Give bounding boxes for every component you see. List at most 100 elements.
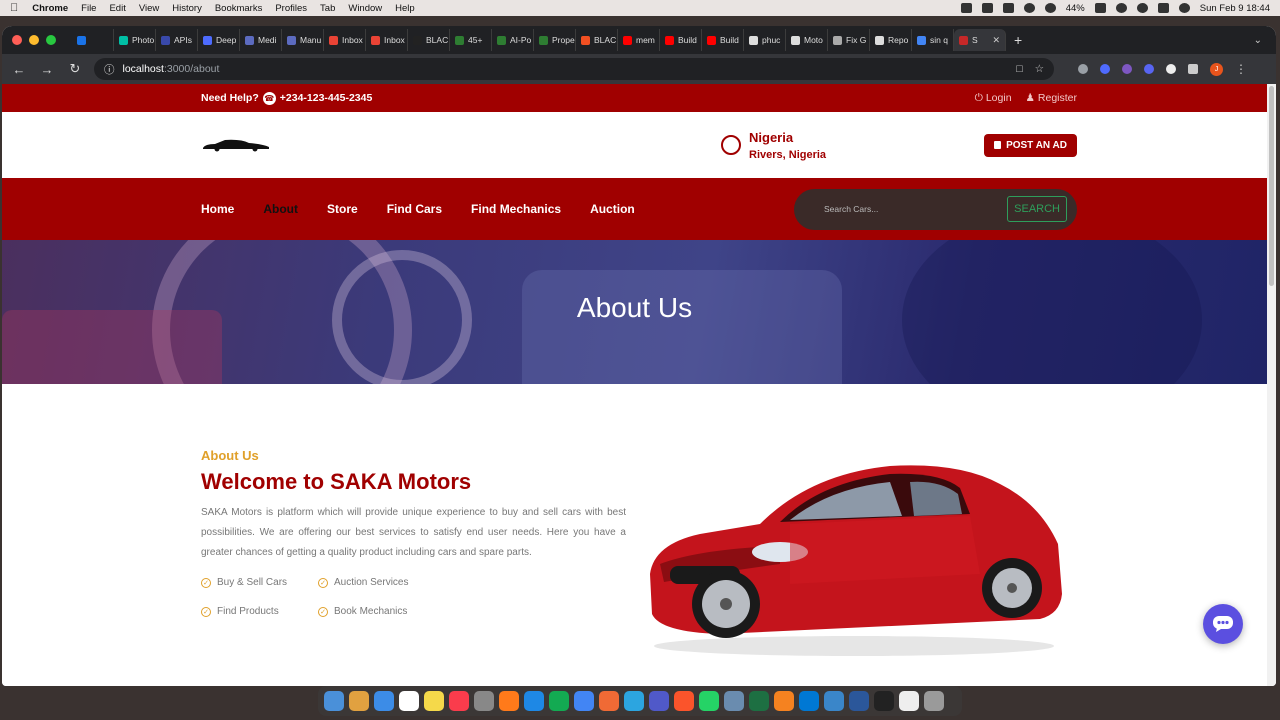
browser-tab[interactable]: phuc <box>744 29 786 51</box>
dock-app-icon[interactable] <box>574 691 594 711</box>
dock-app-icon[interactable] <box>899 691 919 711</box>
bookmark-star-icon[interactable]: ☆ <box>1035 63 1044 75</box>
browser-tab[interactable]: Inbox <box>324 29 366 51</box>
browser-tab[interactable]: Fix G <box>828 29 870 51</box>
dock-app-icon[interactable] <box>924 691 944 711</box>
extension-icon[interactable] <box>1078 64 1088 74</box>
browser-tab[interactable]: Inbox <box>366 29 408 51</box>
tab-search-chevron-icon[interactable]: ⌄ <box>1254 35 1262 46</box>
dock-app-icon[interactable] <box>324 691 344 711</box>
browser-tab[interactable]: Build <box>702 29 744 51</box>
menu-bookmarks[interactable]: Bookmarks <box>215 3 263 14</box>
back-arrow-icon[interactable]: ← <box>10 62 28 77</box>
dock-app-icon[interactable] <box>674 691 694 711</box>
dock-app-icon[interactable] <box>824 691 844 711</box>
apple-menu-icon[interactable]:  <box>10 2 18 14</box>
dock-app-icon[interactable] <box>424 691 444 711</box>
nav-home[interactable]: Home <box>201 202 234 216</box>
browser-tab[interactable]: Medi <box>240 29 282 51</box>
register-link[interactable]: ♟ Register <box>1026 92 1077 105</box>
nav-store[interactable]: Store <box>327 202 358 216</box>
close-window-button[interactable] <box>12 35 22 45</box>
reload-icon[interactable]: ↻ <box>66 61 84 77</box>
browser-tab[interactable]: Manu <box>282 29 324 51</box>
login-link[interactable]: ⏻ Login <box>975 92 1012 105</box>
browser-tab[interactable]: Build <box>660 29 702 51</box>
dock-app-icon[interactable] <box>599 691 619 711</box>
menu-help[interactable]: Help <box>395 3 415 14</box>
dock-app-icon[interactable] <box>399 691 419 711</box>
status-app-icon[interactable] <box>981 3 993 13</box>
dock-app-icon[interactable] <box>624 691 644 711</box>
menu-app-name[interactable]: Chrome <box>32 3 68 14</box>
dock-app-icon[interactable] <box>724 691 744 711</box>
menu-window[interactable]: Window <box>348 3 382 14</box>
extension-icon[interactable] <box>1166 64 1176 74</box>
dock-app-icon[interactable] <box>699 691 719 711</box>
chat-widget-button[interactable] <box>1203 604 1243 644</box>
new-tab-button[interactable]: + <box>1014 32 1022 48</box>
browser-tab[interactable]: BLAC <box>576 29 618 51</box>
minimize-window-button[interactable] <box>29 35 39 45</box>
battery-percent[interactable]: 44% <box>1066 3 1085 14</box>
dock-app-icon[interactable] <box>799 691 819 711</box>
control-center-icon[interactable] <box>1157 3 1169 13</box>
browser-tab[interactable]: Prope <box>534 29 576 51</box>
browser-tab[interactable]: BLAC <box>408 29 450 51</box>
siri-icon[interactable] <box>1178 3 1190 13</box>
browser-tab[interactable]: Repo <box>870 29 912 51</box>
extension-icon[interactable] <box>1100 64 1110 74</box>
extensions-puzzle-icon[interactable] <box>1188 64 1198 74</box>
browser-tab[interactable]: 45+ <box>450 29 492 51</box>
browser-tab[interactable]: AI-Po <box>492 29 534 51</box>
dock-app-icon[interactable] <box>349 691 369 711</box>
dock-app-icon[interactable] <box>524 691 544 711</box>
dock-app-icon[interactable] <box>474 691 494 711</box>
menu-file[interactable]: File <box>81 3 96 14</box>
play-icon[interactable] <box>1044 3 1056 13</box>
active-browser-tab[interactable]: S ✕ <box>954 29 1006 51</box>
browser-tab[interactable]: Moto <box>786 29 828 51</box>
spotlight-icon[interactable] <box>1136 3 1148 13</box>
dock-app-icon[interactable] <box>874 691 894 711</box>
dock-app-icon[interactable] <box>449 691 469 711</box>
browser-menu-icon[interactable]: ⋮ <box>1235 62 1247 76</box>
close-tab-icon[interactable]: ✕ <box>992 35 1000 46</box>
nav-about[interactable]: About <box>263 202 298 216</box>
status-app-icon[interactable] <box>1002 3 1014 13</box>
headphones-icon[interactable] <box>1023 3 1035 13</box>
zoom-window-button[interactable] <box>46 35 56 45</box>
phone-number[interactable]: +234-123-445-2345 <box>280 92 373 104</box>
menu-tab[interactable]: Tab <box>320 3 335 14</box>
browser-tab[interactable]: mem <box>618 29 660 51</box>
search-button[interactable]: SEARCH <box>1007 196 1067 222</box>
dock-app-icon[interactable] <box>374 691 394 711</box>
scrollbar-thumb[interactable] <box>1269 86 1274 286</box>
post-ad-button[interactable]: POST AN AD <box>984 133 1077 157</box>
install-app-icon[interactable]: □ <box>1016 63 1022 75</box>
browser-tab[interactable]: Photo <box>114 29 156 51</box>
browser-tab[interactable]: Deep <box>198 29 240 51</box>
forward-arrow-icon[interactable]: → <box>38 62 56 77</box>
menubar-clock[interactable]: Sun Feb 9 18:44 <box>1200 3 1270 14</box>
search-cars-input[interactable] <box>824 204 954 214</box>
browser-tab[interactable]: sin q <box>912 29 954 51</box>
dock-app-icon[interactable] <box>649 691 669 711</box>
dock-app-icon[interactable] <box>549 691 569 711</box>
wifi-icon[interactable] <box>1115 3 1127 13</box>
dock-app-icon[interactable] <box>774 691 794 711</box>
menu-view[interactable]: View <box>139 3 159 14</box>
nav-find-mechanics[interactable]: Find Mechanics <box>471 202 561 216</box>
extension-icon[interactable] <box>1122 64 1132 74</box>
dock-app-icon[interactable] <box>499 691 519 711</box>
nav-auction[interactable]: Auction <box>590 202 635 216</box>
status-app-icon[interactable] <box>960 3 972 13</box>
menu-edit[interactable]: Edit <box>109 3 125 14</box>
page-scrollbar[interactable] <box>1267 84 1276 686</box>
location-selector[interactable]: Nigeria Rivers, Nigeria <box>721 130 826 161</box>
dock-app-icon[interactable] <box>849 691 869 711</box>
menu-profiles[interactable]: Profiles <box>275 3 307 14</box>
browser-tab[interactable] <box>72 29 114 51</box>
battery-icon[interactable] <box>1094 3 1106 13</box>
browser-tab[interactable]: APIs <box>156 29 198 51</box>
